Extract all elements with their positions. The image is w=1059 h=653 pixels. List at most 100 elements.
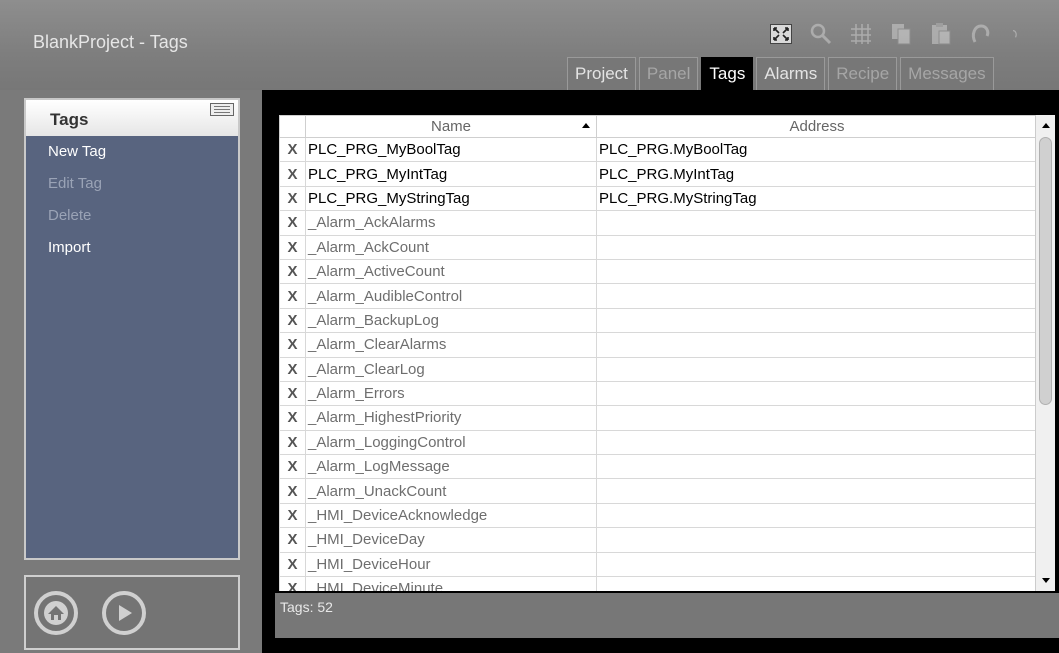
table-row[interactable]: X _Alarm_UnackCount <box>279 478 1038 504</box>
tag-address-cell[interactable] <box>596 234 1038 260</box>
scroll-up-icon[interactable] <box>1042 123 1050 128</box>
tag-name-cell[interactable]: _Alarm_Errors <box>305 380 597 407</box>
delete-row-icon[interactable]: X <box>279 429 306 456</box>
undo-icon[interactable] <box>968 22 994 46</box>
tag-name-cell[interactable]: _HMI_DeviceDay <box>305 527 597 553</box>
tag-name-cell[interactable]: _Alarm_HighestPriority <box>305 405 597 431</box>
tag-address-cell[interactable] <box>596 454 1038 480</box>
table-row[interactable]: X _Alarm_LoggingControl <box>279 429 1038 456</box>
table-row[interactable]: X PLC_PRG_MyBoolTag PLC_PRG.MyBoolTag <box>279 136 1038 163</box>
table-scrollbar[interactable] <box>1035 115 1055 591</box>
delete-row-icon[interactable]: X <box>279 454 306 480</box>
tag-address-cell[interactable] <box>596 283 1038 309</box>
table-row[interactable]: X _Alarm_ClearAlarms <box>279 332 1038 358</box>
tab-recipe[interactable]: Recipe <box>828 57 898 90</box>
tag-name-cell[interactable]: _HMI_DeviceAcknowledge <box>305 502 597 529</box>
delete-row-icon[interactable]: X <box>279 380 306 407</box>
redo-icon[interactable] <box>1008 22 1018 46</box>
table-row[interactable]: X _HMI_DeviceAcknowledge <box>279 502 1038 529</box>
tag-name-cell[interactable]: _Alarm_ClearAlarms <box>305 332 597 358</box>
tag-name-cell[interactable]: _Alarm_BackupLog <box>305 307 597 334</box>
table-row[interactable]: X _Alarm_Errors <box>279 380 1038 407</box>
delete-row-icon[interactable]: X <box>279 576 306 591</box>
table-row[interactable]: X PLC_PRG_MyIntTag PLC_PRG.MyIntTag <box>279 161 1038 187</box>
tab-messages[interactable]: Messages <box>900 57 994 90</box>
table-row[interactable]: X _Alarm_BackupLog <box>279 307 1038 334</box>
tag-address-cell[interactable] <box>596 502 1038 529</box>
tag-address-cell[interactable]: PLC_PRG.MyStringTag <box>596 185 1038 212</box>
delete-row-icon[interactable]: X <box>279 161 306 187</box>
tag-name-cell[interactable]: _Alarm_ActiveCount <box>305 258 597 285</box>
table-row[interactable]: X _Alarm_ActiveCount <box>279 258 1038 285</box>
table-row[interactable]: X _HMI_DeviceHour <box>279 551 1038 578</box>
tag-address-cell[interactable] <box>596 405 1038 431</box>
column-header-address[interactable]: Address <box>596 115 1038 138</box>
scroll-down-icon[interactable] <box>1042 578 1050 583</box>
tag-address-cell[interactable] <box>596 210 1038 236</box>
tag-address-cell[interactable] <box>596 356 1038 382</box>
sidebar-item-edit-tag[interactable]: Edit Tag <box>26 168 238 200</box>
tab-tags[interactable]: Tags <box>701 57 754 90</box>
sidebar-item-import[interactable]: Import <box>26 232 238 264</box>
delete-row-icon[interactable]: X <box>279 405 306 431</box>
delete-row-icon[interactable]: X <box>279 551 306 578</box>
tag-address-cell[interactable] <box>596 380 1038 407</box>
delete-row-icon[interactable]: X <box>279 136 306 163</box>
delete-row-icon[interactable]: X <box>279 332 306 358</box>
table-row[interactable]: X _HMI_DeviceMinute <box>279 576 1038 591</box>
play-button[interactable] <box>102 591 146 635</box>
column-header-name[interactable]: Name <box>305 115 597 138</box>
tag-name-cell[interactable]: _Alarm_AckAlarms <box>305 210 597 236</box>
tag-name-cell[interactable]: _HMI_DeviceMinute <box>305 576 597 591</box>
table-row[interactable]: X _Alarm_ClearLog <box>279 356 1038 382</box>
tag-address-cell[interactable] <box>596 258 1038 285</box>
tag-address-cell[interactable] <box>596 429 1038 456</box>
table-row[interactable]: X _Alarm_HighestPriority <box>279 405 1038 431</box>
delete-row-icon[interactable]: X <box>279 527 306 553</box>
home-button[interactable] <box>34 591 78 635</box>
delete-row-icon[interactable]: X <box>279 356 306 382</box>
table-row[interactable]: X _HMI_DeviceDay <box>279 527 1038 553</box>
table-row[interactable]: X _Alarm_LogMessage <box>279 454 1038 480</box>
sidebar-item-delete[interactable]: Delete <box>26 200 238 232</box>
table-row[interactable]: X _Alarm_AckAlarms <box>279 210 1038 236</box>
tag-address-cell[interactable] <box>596 307 1038 334</box>
tag-name-cell[interactable]: _Alarm_LoggingControl <box>305 429 597 456</box>
tag-address-cell[interactable] <box>596 576 1038 591</box>
tag-name-cell[interactable]: _Alarm_AudibleControl <box>305 283 597 309</box>
delete-row-icon[interactable]: X <box>279 502 306 529</box>
tag-name-cell[interactable]: _Alarm_UnackCount <box>305 478 597 504</box>
delete-row-icon[interactable]: X <box>279 210 306 236</box>
delete-row-icon[interactable]: X <box>279 234 306 260</box>
tag-name-cell[interactable]: PLC_PRG_MyStringTag <box>305 185 597 212</box>
delete-row-icon[interactable]: X <box>279 283 306 309</box>
delete-row-icon[interactable]: X <box>279 307 306 334</box>
tag-address-cell[interactable]: PLC_PRG.MyIntTag <box>596 161 1038 187</box>
tab-panel[interactable]: Panel <box>638 57 699 90</box>
tab-project[interactable]: Project <box>567 57 636 90</box>
grid-icon[interactable] <box>848 22 874 46</box>
table-row[interactable]: X _Alarm_AudibleControl <box>279 283 1038 309</box>
tag-name-cell[interactable]: _Alarm_ClearLog <box>305 356 597 382</box>
tag-address-cell[interactable] <box>596 478 1038 504</box>
list-view-icon[interactable] <box>210 103 234 116</box>
delete-row-icon[interactable]: X <box>279 258 306 285</box>
delete-row-icon[interactable]: X <box>279 185 306 212</box>
tag-address-cell[interactable] <box>596 527 1038 553</box>
table-row[interactable]: X PLC_PRG_MyStringTag PLC_PRG.MyStringTag <box>279 185 1038 212</box>
fit-screen-icon[interactable] <box>768 22 794 46</box>
tag-name-cell[interactable]: PLC_PRG_MyBoolTag <box>305 136 597 163</box>
tag-name-cell[interactable]: _HMI_DeviceHour <box>305 551 597 578</box>
sidebar-item-new-tag[interactable]: New Tag <box>26 136 238 168</box>
scroll-thumb[interactable] <box>1039 137 1052 405</box>
tag-name-cell[interactable]: _Alarm_AckCount <box>305 234 597 260</box>
tab-alarms[interactable]: Alarms <box>756 57 826 90</box>
tag-name-cell[interactable]: _Alarm_LogMessage <box>305 454 597 480</box>
delete-row-icon[interactable]: X <box>279 478 306 504</box>
magnifier-icon[interactable] <box>808 22 834 46</box>
tag-address-cell[interactable] <box>596 332 1038 358</box>
tag-address-cell[interactable] <box>596 551 1038 578</box>
copy-icon[interactable] <box>888 22 914 46</box>
tag-name-cell[interactable]: PLC_PRG_MyIntTag <box>305 161 597 187</box>
paste-icon[interactable] <box>928 22 954 46</box>
